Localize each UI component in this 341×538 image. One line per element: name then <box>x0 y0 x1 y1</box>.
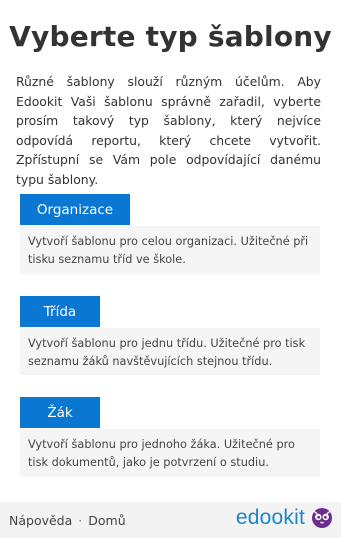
footer-links: Nápověda · Domů <box>9 513 126 528</box>
brand-logo: edookit <box>236 506 333 530</box>
class-template-button[interactable]: Třída <box>20 296 100 327</box>
footer: Nápověda · Domů edookit <box>0 502 341 538</box>
organization-template-description: Vytvoří šablonu pro celou organizaci. Už… <box>20 226 320 274</box>
student-template-description: Vytvoří šablonu pro jednoho žáka. Užiteč… <box>20 429 320 477</box>
brand-name: edookit <box>235 506 305 529</box>
home-link[interactable]: Domů <box>88 513 125 528</box>
student-template-button[interactable]: Žák <box>20 397 100 428</box>
class-template-description: Vytvoří šablonu pro jednu třídu. Užitečn… <box>20 328 320 375</box>
footer-separator: · <box>78 512 83 528</box>
page-title: Vyberte typ šablony <box>9 20 332 53</box>
organization-template-button[interactable]: Organizace <box>20 194 130 225</box>
edookit-owl-logo-icon <box>311 507 333 529</box>
intro-text: Různé šablony slouží různým účelům. Aby … <box>16 74 321 187</box>
help-link[interactable]: Nápověda <box>9 513 72 528</box>
